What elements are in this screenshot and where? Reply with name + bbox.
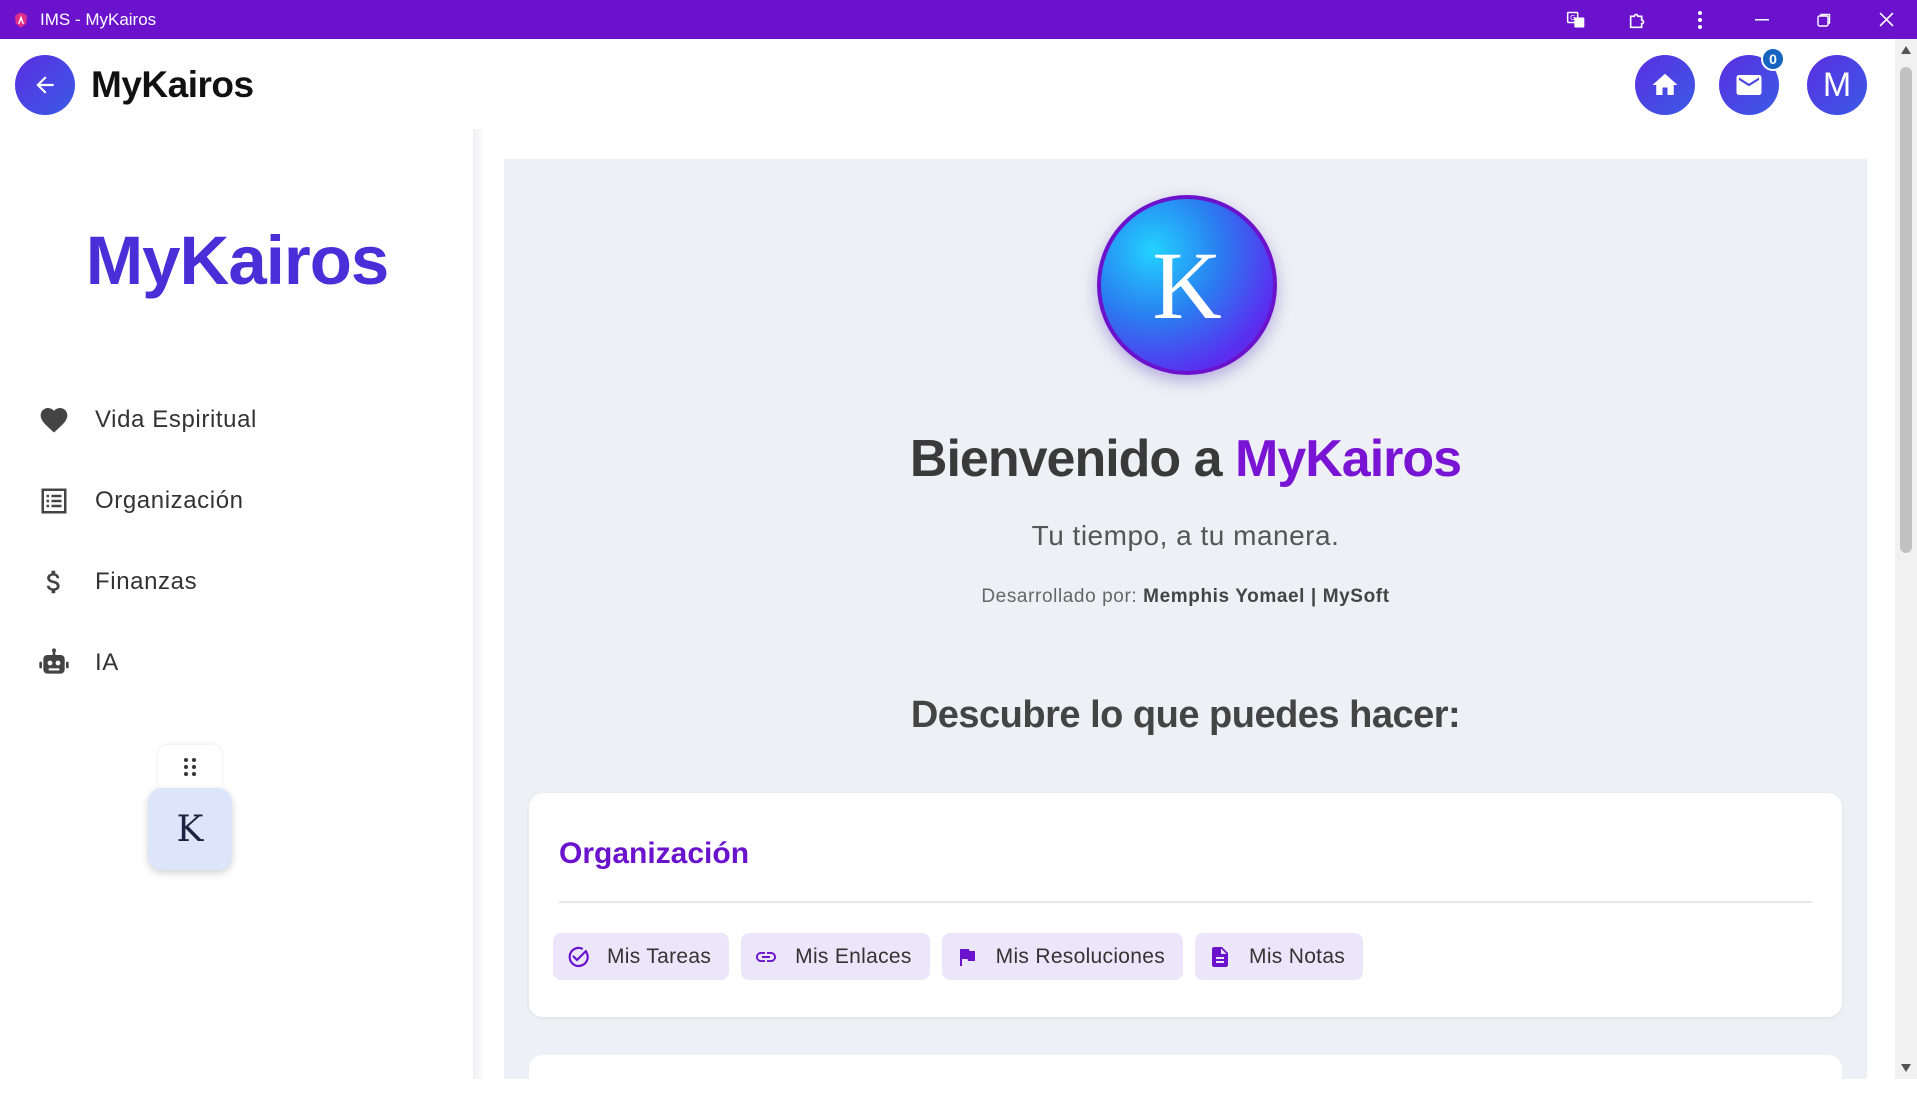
sidebar-item-organizacion[interactable]: Organización: [0, 460, 474, 541]
mail-count-badge: 0: [1761, 47, 1785, 71]
sidebar-item-vida-espiritual[interactable]: Vida Espiritual: [0, 379, 474, 460]
more-vert-icon[interactable]: [1669, 0, 1731, 39]
app-logo-icon: [10, 9, 32, 31]
list-icon: [37, 484, 71, 518]
feature-card-organizacion: Organización Mis Tareas Mis Enlaces Mis …: [529, 793, 1842, 1017]
robot-icon: [37, 646, 71, 680]
extensions-icon[interactable]: [1607, 0, 1669, 39]
chip-mis-enlaces[interactable]: Mis Enlaces: [741, 933, 930, 980]
feature-card-next: [529, 1055, 1842, 1115]
translate-icon[interactable]: G: [1545, 0, 1607, 39]
logo-letter: K: [1152, 231, 1222, 339]
drag-dots-icon: [184, 758, 196, 776]
sidebar-brand: MyKairos: [85, 222, 390, 299]
chip-mis-notas[interactable]: Mis Notas: [1195, 933, 1364, 980]
window-title: IMS - MyKairos: [40, 9, 157, 29]
close-button[interactable]: [1855, 0, 1917, 39]
chip-label: Mis Tareas: [607, 944, 712, 968]
app-header: MyKairos 0 M: [0, 39, 1895, 129]
heart-icon: [37, 403, 71, 437]
sidebar-item-label: Finanzas: [95, 567, 198, 595]
scroll-thumb[interactable]: [1900, 67, 1912, 553]
card-divider: [559, 901, 1812, 903]
chip-mis-tareas[interactable]: Mis Tareas: [553, 933, 730, 980]
home-button[interactable]: [1635, 55, 1695, 115]
scroll-down-arrow-icon[interactable]: [1895, 1057, 1917, 1079]
developer-prefix: Desarrollado por:: [981, 586, 1144, 607]
card-title: Organización: [559, 837, 750, 870]
sidebar-item-finanzas[interactable]: Finanzas: [0, 541, 474, 622]
chip-label: Mis Resoluciones: [995, 944, 1166, 968]
sidebar-item-ia[interactable]: IA: [0, 622, 474, 703]
developer-name: Memphis Yomael | MySoft: [1143, 586, 1390, 607]
kairos-floating-button[interactable]: K: [148, 788, 232, 870]
discover-heading: Descubre lo que puedes hacer:: [910, 694, 1461, 736]
kairos-logo: K: [1097, 195, 1277, 375]
flag-icon: [954, 944, 980, 970]
feature-chips: Mis Tareas Mis Enlaces Mis Resoluciones …: [553, 933, 1364, 980]
note-icon: [1207, 944, 1233, 970]
window-titlebar: IMS - MyKairos G: [0, 0, 1917, 39]
scroll-up-arrow-icon[interactable]: [1895, 39, 1917, 61]
chip-mis-resoluciones[interactable]: Mis Resoluciones: [941, 933, 1184, 980]
user-avatar-button[interactable]: M: [1807, 55, 1867, 115]
drag-handle[interactable]: [158, 745, 222, 789]
developer-credit: Desarrollado por: Memphis Yomael | MySof…: [504, 586, 1867, 608]
page-scrollbar[interactable]: [1895, 39, 1917, 1079]
chip-label: Mis Notas: [1249, 944, 1346, 968]
minimize-button[interactable]: [1731, 0, 1793, 39]
sidebar: MyKairos Vida Espiritual Organización Fi…: [0, 129, 474, 1079]
main-content: K Bienvenido a MyKairos Tu tiempo, a tu …: [504, 159, 1867, 1115]
mail-icon: [1736, 75, 1762, 95]
home-icon: [1652, 73, 1678, 95]
mail-button[interactable]: 0: [1719, 47, 1785, 115]
welcome-heading: Bienvenido a MyKairos: [504, 429, 1867, 489]
check-circle-icon: [565, 944, 591, 970]
tagline: Tu tiempo, a tu manera.: [1031, 520, 1340, 551]
link-icon: [753, 944, 779, 970]
sidebar-item-label: Vida Espiritual: [95, 405, 257, 433]
sidebar-divider: [474, 129, 486, 1079]
welcome-accent: MyKairos: [1235, 430, 1462, 488]
dollar-icon: [37, 565, 71, 599]
svg-text:G: G: [1570, 14, 1575, 22]
kairos-fab-letter: K: [176, 808, 204, 850]
restore-button[interactable]: [1793, 0, 1855, 39]
back-button[interactable]: [15, 55, 75, 115]
avatar-initial: M: [1822, 65, 1852, 104]
arrow-left-icon: [36, 76, 54, 94]
sidebar-item-label: Organización: [95, 486, 244, 514]
chip-label: Mis Enlaces: [795, 944, 912, 968]
header-brand: MyKairos: [91, 64, 254, 105]
sidebar-nav: Vida Espiritual Organización Finanzas IA: [0, 379, 474, 703]
sidebar-item-label: IA: [95, 648, 119, 676]
welcome-prefix: Bienvenido a: [909, 430, 1235, 488]
